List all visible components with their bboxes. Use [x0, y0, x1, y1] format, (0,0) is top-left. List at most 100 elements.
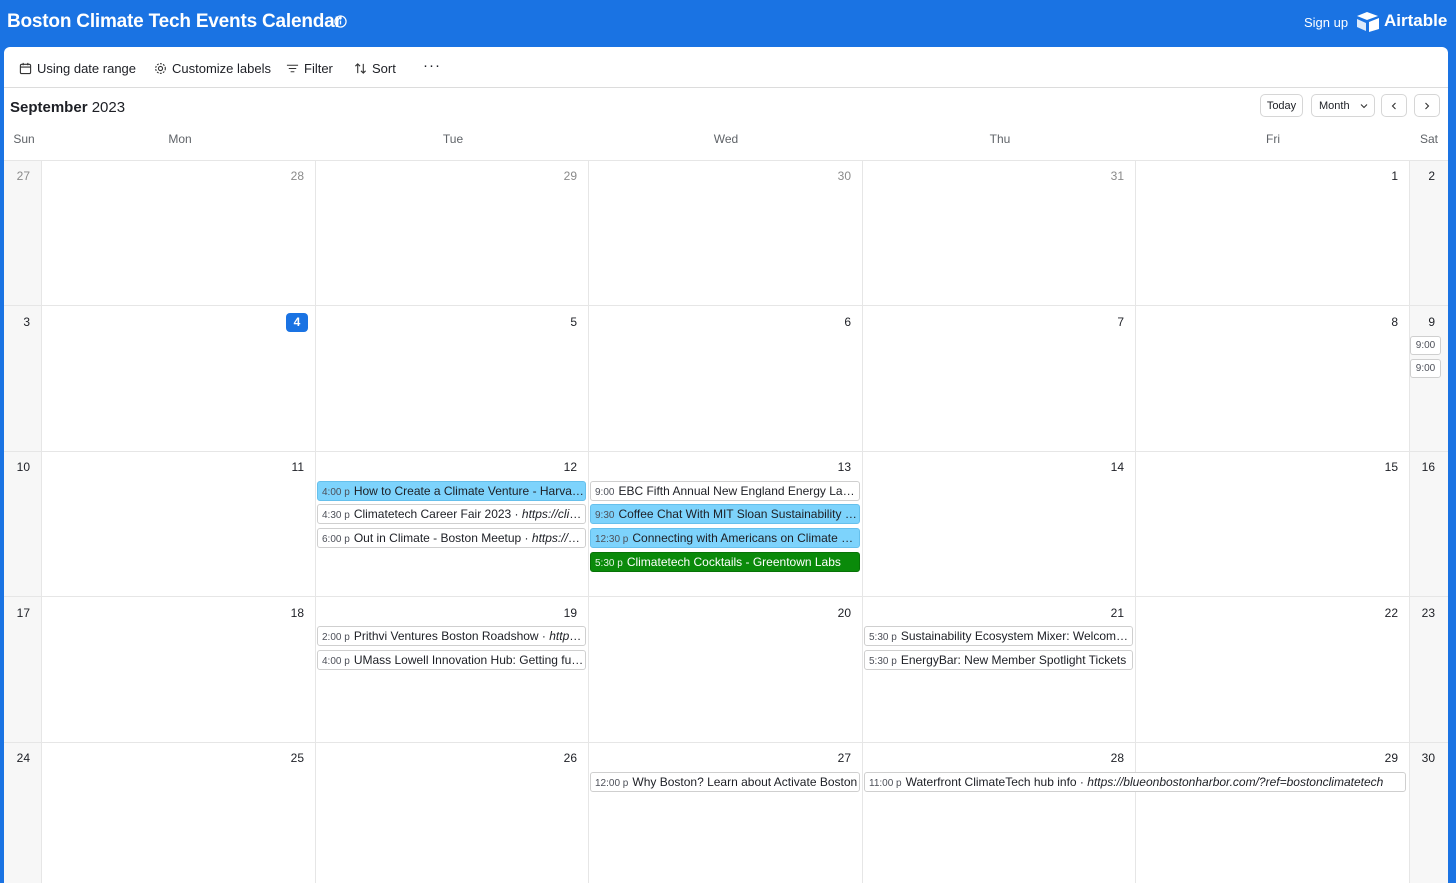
- day-number[interactable]: 14: [1098, 458, 1124, 477]
- day-number[interactable]: 20: [825, 604, 851, 623]
- customize-labels-label: Customize labels: [172, 60, 271, 76]
- saturday-column: [1409, 160, 1448, 883]
- day-number[interactable]: 21: [1098, 604, 1124, 623]
- event-item[interactable]: 9:00 EBC Fifth Annual New England Energy …: [590, 481, 860, 501]
- event-item[interactable]: 5:30 p Climatetech Cocktails - Greentown …: [590, 552, 860, 572]
- day-divider: [862, 160, 863, 883]
- day-number[interactable]: 1: [1372, 167, 1398, 186]
- day-number[interactable]: 3: [4, 313, 30, 332]
- next-month-button[interactable]: [1414, 94, 1440, 117]
- day-number[interactable]: 23: [1411, 604, 1435, 623]
- view-toolbar: Using date range Customize labels Filter…: [4, 47, 1448, 88]
- view-mode-select[interactable]: Month: [1311, 94, 1375, 117]
- day-number[interactable]: 29: [1372, 749, 1398, 768]
- event-time: 2:00 p: [322, 632, 350, 643]
- date-range-button[interactable]: Using date range: [19, 60, 136, 76]
- event-time: 12:00 p: [595, 778, 629, 789]
- event-item[interactable]: 6:00 p Out in Climate - Boston Meetup · h…: [317, 528, 586, 548]
- day-number[interactable]: 28: [278, 167, 304, 186]
- event-chip[interactable]: 9:00: [1410, 359, 1441, 378]
- sign-up-link[interactable]: Sign up: [1304, 15, 1348, 30]
- weekday-header-mon: Mon: [168, 132, 192, 146]
- event-title: UMass Lowell Innovation Hub: Getting fun…: [353, 653, 586, 667]
- event-item[interactable]: 4:00 p UMass Lowell Innovation Hub: Getti…: [317, 650, 586, 670]
- day-number[interactable]: 18: [278, 604, 304, 623]
- day-number[interactable]: 17: [4, 604, 30, 623]
- day-number[interactable]: 8: [1372, 313, 1398, 332]
- chevron-down-icon: [1360, 104, 1368, 109]
- day-divider: [315, 160, 316, 883]
- filter-button[interactable]: Filter: [286, 60, 333, 76]
- event-title: EnergyBar: New Member Spotlight Tickets: [900, 653, 1127, 667]
- day-number[interactable]: 7: [1098, 313, 1124, 332]
- event-title: Coffee Chat With MIT Sloan Sustainabilit…: [618, 507, 859, 521]
- event-title: Prithvi Ventures Boston Roadshow ·: [353, 629, 550, 643]
- event-item[interactable]: 4:30 p Climatetech Career Fair 2023 · htt…: [317, 504, 586, 524]
- event-title: Connecting with Americans on Climate Cha…: [632, 531, 860, 545]
- month-title: September 2023: [10, 99, 125, 116]
- day-number[interactable]: 16: [1411, 458, 1435, 477]
- event-item[interactable]: 2:00 p Prithvi Ventures Boston Roadshow ·…: [317, 626, 586, 646]
- day-number[interactable]: 15: [1372, 458, 1398, 477]
- calendar-panel: Using date range Customize labels Filter…: [4, 47, 1448, 883]
- base-title[interactable]: Boston Climate Tech Events Calendar: [7, 11, 342, 33]
- event-title: Climatetech Career Fair 2023 ·: [353, 507, 522, 521]
- day-number[interactable]: 30: [1411, 749, 1435, 768]
- month-name: September: [10, 99, 88, 116]
- day-number[interactable]: 22: [1372, 604, 1398, 623]
- event-link: https://prithvi.vc: [549, 629, 586, 643]
- event-time: 11:00 p: [869, 778, 902, 789]
- day-number[interactable]: 25: [278, 749, 304, 768]
- day-number[interactable]: 2: [1411, 167, 1435, 186]
- more-options-button[interactable]: ···: [423, 57, 441, 74]
- day-number[interactable]: 27: [4, 167, 30, 186]
- event-item[interactable]: 11:00 p Waterfront ClimateTech hub info ·…: [864, 772, 1406, 792]
- event-item[interactable]: 5:30 p EnergyBar: New Member Spotlight Ti…: [864, 650, 1133, 670]
- month-grid: 27 28 29 30 31 1 2 3 4 5 6 7 8 9 9:00 9:…: [4, 160, 1448, 883]
- event-link: https://climatetech-careerfair.com: [521, 507, 586, 521]
- weekday-header-sat: Sat: [1419, 132, 1439, 146]
- day-number[interactable]: 26: [551, 749, 577, 768]
- event-item[interactable]: 5:30 p Sustainability Ecosystem Mixer: We…: [864, 626, 1133, 646]
- event-title: How to Create a Climate Venture - Harvar…: [353, 484, 585, 498]
- event-time: 4:00 p: [322, 487, 350, 498]
- sort-icon: [354, 62, 367, 74]
- today-marker[interactable]: 4: [286, 313, 308, 332]
- day-number[interactable]: 28: [1098, 749, 1124, 768]
- day-number[interactable]: 6: [825, 313, 851, 332]
- event-item[interactable]: 12:30 p Connecting with Americans on Clim…: [590, 528, 860, 548]
- day-number[interactable]: 31: [1098, 167, 1124, 186]
- event-time: 4:00 p: [322, 656, 350, 667]
- year: 2023: [91, 99, 126, 116]
- weekday-header-wed: Wed: [713, 132, 739, 146]
- info-icon[interactable]: [334, 15, 347, 28]
- event-title: EBC Fifth Annual New England Energy Law …: [618, 484, 859, 498]
- day-number[interactable]: 10: [4, 458, 30, 477]
- day-number[interactable]: 24: [4, 749, 30, 768]
- event-item[interactable]: 9:30 Coffee Chat With MIT Sloan Sustainab…: [590, 504, 860, 524]
- day-number[interactable]: 12: [551, 458, 577, 477]
- day-number[interactable]: 30: [825, 167, 851, 186]
- sort-button[interactable]: Sort: [354, 60, 396, 76]
- today-button[interactable]: Today: [1260, 94, 1303, 117]
- event-title: Climatetech Cocktails - Greentown Labs: [626, 555, 841, 569]
- event-time: 4:30 p: [322, 510, 350, 521]
- top-bar: Boston Climate Tech Events Calendar Sign…: [0, 0, 1456, 46]
- week-divider: [4, 596, 1448, 597]
- event-chip[interactable]: 9:00: [1410, 336, 1441, 355]
- previous-month-button[interactable]: [1381, 94, 1407, 117]
- event-item[interactable]: 4:00 p How to Create a Climate Venture - …: [317, 481, 586, 501]
- week-divider: [4, 742, 1448, 743]
- day-number[interactable]: 27: [825, 749, 851, 768]
- filter-label: Filter: [304, 60, 333, 76]
- day-number[interactable]: 11: [278, 458, 304, 477]
- day-number[interactable]: 9: [1411, 313, 1435, 332]
- day-number[interactable]: 19: [551, 604, 577, 623]
- day-number[interactable]: 13: [825, 458, 851, 477]
- day-divider: [588, 160, 589, 883]
- event-item[interactable]: 12:00 p Why Boston? Learn about Activate …: [590, 772, 860, 792]
- filter-icon: [286, 64, 299, 72]
- customize-labels-button[interactable]: Customize labels: [154, 60, 271, 76]
- day-number[interactable]: 29: [551, 167, 577, 186]
- day-number[interactable]: 5: [551, 313, 577, 332]
